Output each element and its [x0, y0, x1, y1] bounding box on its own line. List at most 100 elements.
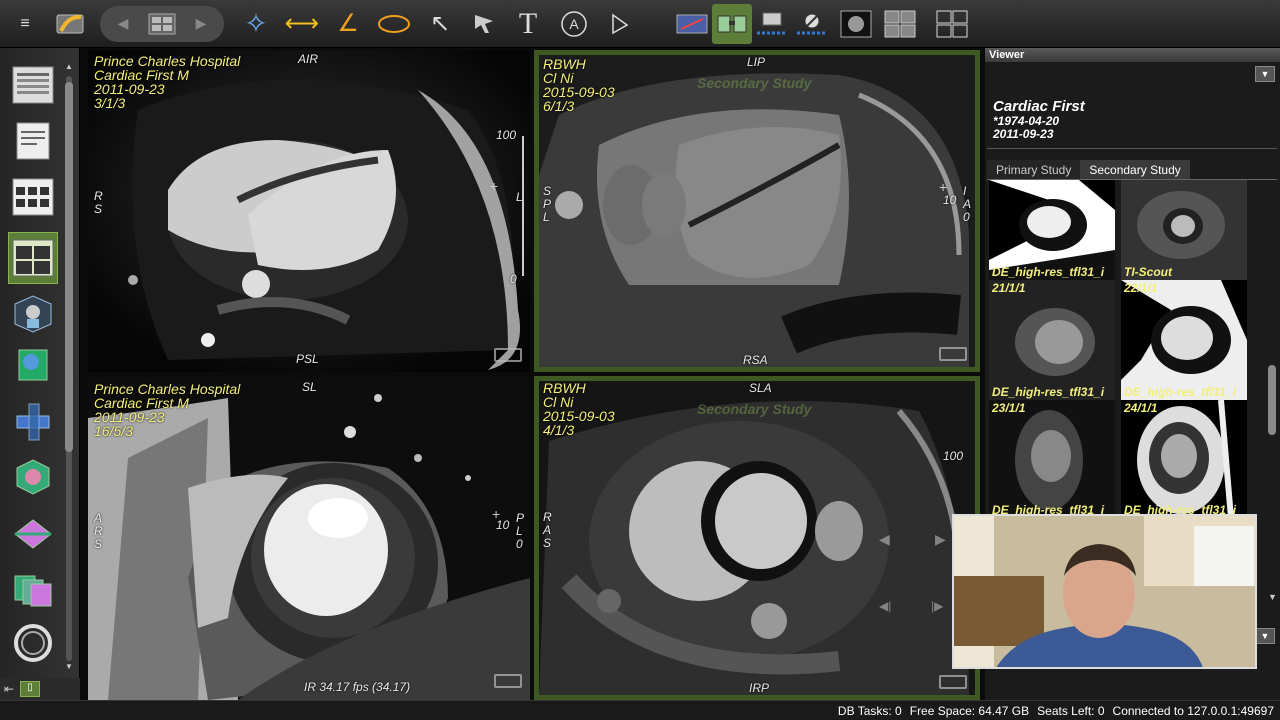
panel-patient-name: Cardiac First	[993, 98, 1085, 115]
vp0-crosshair-icon: +	[490, 178, 499, 194]
series-thumbnail[interactable]: 21/1/1 DE_high-res_tfl31_i	[989, 280, 1115, 400]
main-toolbar: ≡ ◀ ▶ ✧ ⟷ ∠ ↖ T A	[0, 0, 1280, 48]
key-image-icon[interactable]	[836, 4, 876, 44]
panel-study-date: 2011-09-23	[993, 127, 1054, 141]
series-grid-icon[interactable]	[147, 4, 177, 44]
thumbnail-caption: DE_high-res_tfl31_i	[1124, 385, 1237, 399]
osirix-viewer-window: ≡ ◀ ▶ ✧ ⟷ ∠ ↖ T A ▲ ▼ ⇤ ▯ Prince Charles…	[0, 0, 1280, 720]
collapse-sidebar-icon[interactable]: ⇤	[4, 682, 14, 696]
3d-mpr-icon[interactable]	[8, 288, 58, 338]
vp1-crosshair-icon: +	[939, 179, 948, 195]
angle-tool-icon[interactable]: ∠	[328, 4, 368, 44]
vp3-prev-frame-icon[interactable]: ◀	[879, 531, 890, 548]
series-thumbnail[interactable]: 22/1/1 DE_high-res_tfl31_i	[1121, 280, 1247, 400]
vp3-patient: Cl Ni	[543, 394, 574, 410]
vp3-play-forward-icon[interactable]: |▶	[931, 599, 943, 613]
presenter-video	[954, 516, 1255, 667]
vp2-patient: Cardiac First M	[94, 395, 189, 411]
endoscopy-icon[interactable]	[8, 618, 58, 668]
panel-menu-chevron-icon[interactable]: ▼	[1255, 66, 1275, 82]
vp1-orient-top: LIP	[747, 55, 766, 69]
vp3-next-frame-icon[interactable]: ▶	[935, 531, 946, 548]
orthogonal-mpr-icon[interactable]	[8, 396, 58, 446]
vp1-date: 2015-09-03	[543, 84, 615, 100]
vp2-hospital: Prince Charles Hospital	[94, 381, 241, 397]
database-window-icon[interactable]	[8, 60, 58, 110]
thumbnails-scroll-thumb[interactable]	[1268, 365, 1276, 435]
vp1-cine-icon[interactable]	[939, 347, 967, 361]
viewport-bottom-left[interactable]: Prince Charles Hospital Cardiac First M …	[88, 378, 530, 700]
layout-grid-icon[interactable]	[932, 4, 972, 44]
tab-secondary-study[interactable]: Secondary Study	[1080, 160, 1190, 179]
vp0-scale-bottom: 0	[510, 272, 517, 286]
vp2-series: 16/5/3	[94, 423, 133, 439]
text-tool-icon[interactable]: T	[508, 4, 548, 44]
sidebar-scrollbar[interactable]: ▲ ▼	[63, 62, 75, 677]
svg-text:A: A	[569, 16, 579, 32]
import-icon[interactable]	[50, 4, 90, 44]
thumbnail-number: 24/1/1	[1124, 401, 1158, 415]
series-thumbnail[interactable]: 24/1/1 DE_high-res_tfl31_i	[1121, 400, 1247, 518]
text-annotation-icon[interactable]: A	[554, 4, 594, 44]
viewport-top-left[interactable]: Prince Charles Hospital Cardiac First M …	[88, 50, 530, 372]
thumbnail-number: 21/1/1	[992, 281, 1026, 295]
viewport-top-right[interactable]: Secondary Study RBWH Cl Ni 2015-09-03 6/…	[534, 50, 980, 372]
volume-rendering-icon[interactable]	[8, 452, 58, 502]
menu-icon[interactable]: ≡	[0, 4, 50, 44]
vp0-orient-bottom: PSL	[296, 352, 319, 366]
vp0-cine-icon[interactable]	[494, 348, 522, 362]
thumbnails-scrollbar[interactable]	[1266, 180, 1278, 600]
fusion-icon[interactable]	[8, 564, 58, 614]
vp1-series: 6/1/3	[543, 98, 575, 114]
patient-info: Cardiac First *1974-04-20 2011-09-23	[993, 98, 1085, 141]
length-tool-icon[interactable]: ⟷	[282, 4, 322, 44]
thumbnail-number: 23/1/1	[992, 401, 1026, 415]
vp3-orient-top: SLA	[749, 381, 772, 395]
previous-series-button[interactable]: ◀	[108, 4, 138, 44]
vp1-hospital: RBWH	[543, 56, 586, 72]
vp0-scale-bar	[522, 136, 524, 276]
vp3-scale-top: 100	[943, 449, 964, 463]
arrow-tool-icon[interactable]: ↖	[420, 4, 460, 44]
vp3-cine-icon[interactable]	[939, 675, 967, 689]
next-series-button[interactable]: ▶	[186, 4, 216, 44]
series-thumbnail[interactable]: DE_high-res_tfl31_i	[989, 180, 1115, 280]
report-icon[interactable]	[8, 116, 58, 166]
connection-status: Connected to 127.0.0.1:49697	[1112, 703, 1274, 718]
status-bar: DB Tasks: 0 Free Space: 64.47 GB Seats L…	[0, 700, 1280, 720]
sync-series-icon[interactable]	[672, 4, 712, 44]
pointer-tool-icon[interactable]	[464, 4, 504, 44]
series-thumbnail[interactable]: 23/1/1 DE_high-res_tfl31_i	[989, 400, 1115, 518]
tab-primary-study[interactable]: Primary Study	[987, 160, 1081, 179]
surface-rendering-icon[interactable]	[8, 508, 58, 558]
vp3-orient-bottom: IRP	[749, 681, 770, 695]
vp2-orient-top: SL	[302, 380, 317, 394]
vp3-play-back-icon[interactable]: ◀|	[879, 599, 891, 613]
select-tool-icon[interactable]	[600, 4, 640, 44]
vp1-scale-top: 10	[943, 193, 957, 207]
panel-expand-chevron-icon[interactable]: ▼	[1255, 628, 1275, 644]
vp0-orient-top: AIR	[298, 52, 319, 66]
db-tasks-status: DB Tasks: 0	[837, 703, 902, 718]
vp0-scale-top: 100	[496, 128, 517, 142]
study-overview-icon[interactable]	[8, 172, 58, 222]
thumbnails-icon[interactable]	[880, 4, 920, 44]
vp1-watermark: Secondary Study	[697, 75, 812, 91]
series-thumbnail[interactable]: TI-Scout	[1121, 180, 1247, 280]
ellipse-roi-icon[interactable]	[374, 4, 414, 44]
curved-mpr-icon[interactable]	[8, 340, 58, 390]
window-level-icon[interactable]	[792, 4, 832, 44]
sidebar-scroll-thumb[interactable]	[65, 82, 73, 452]
webcam-overlay	[952, 514, 1257, 669]
viewport-bottom-right[interactable]: Secondary Study RBWH Cl Ni 2015-09-03 4/…	[534, 376, 980, 700]
vp2-cine-icon[interactable]	[494, 674, 522, 688]
toggle-panel-icon[interactable]: ▯	[20, 681, 41, 697]
vp0-patient: Cardiac First M	[94, 67, 189, 83]
link-viewers-icon[interactable]	[712, 3, 752, 44]
star-tool-icon[interactable]: ✧	[236, 4, 276, 44]
free-space-status: Free Space: 64.47 GB	[909, 703, 1030, 718]
scroll-down-icon[interactable]: ▼	[1268, 592, 1277, 602]
vp2-date: 2011-09-23	[94, 409, 165, 425]
2d-viewer-icon[interactable]	[8, 232, 58, 284]
3d-cursor-icon[interactable]	[752, 4, 792, 44]
